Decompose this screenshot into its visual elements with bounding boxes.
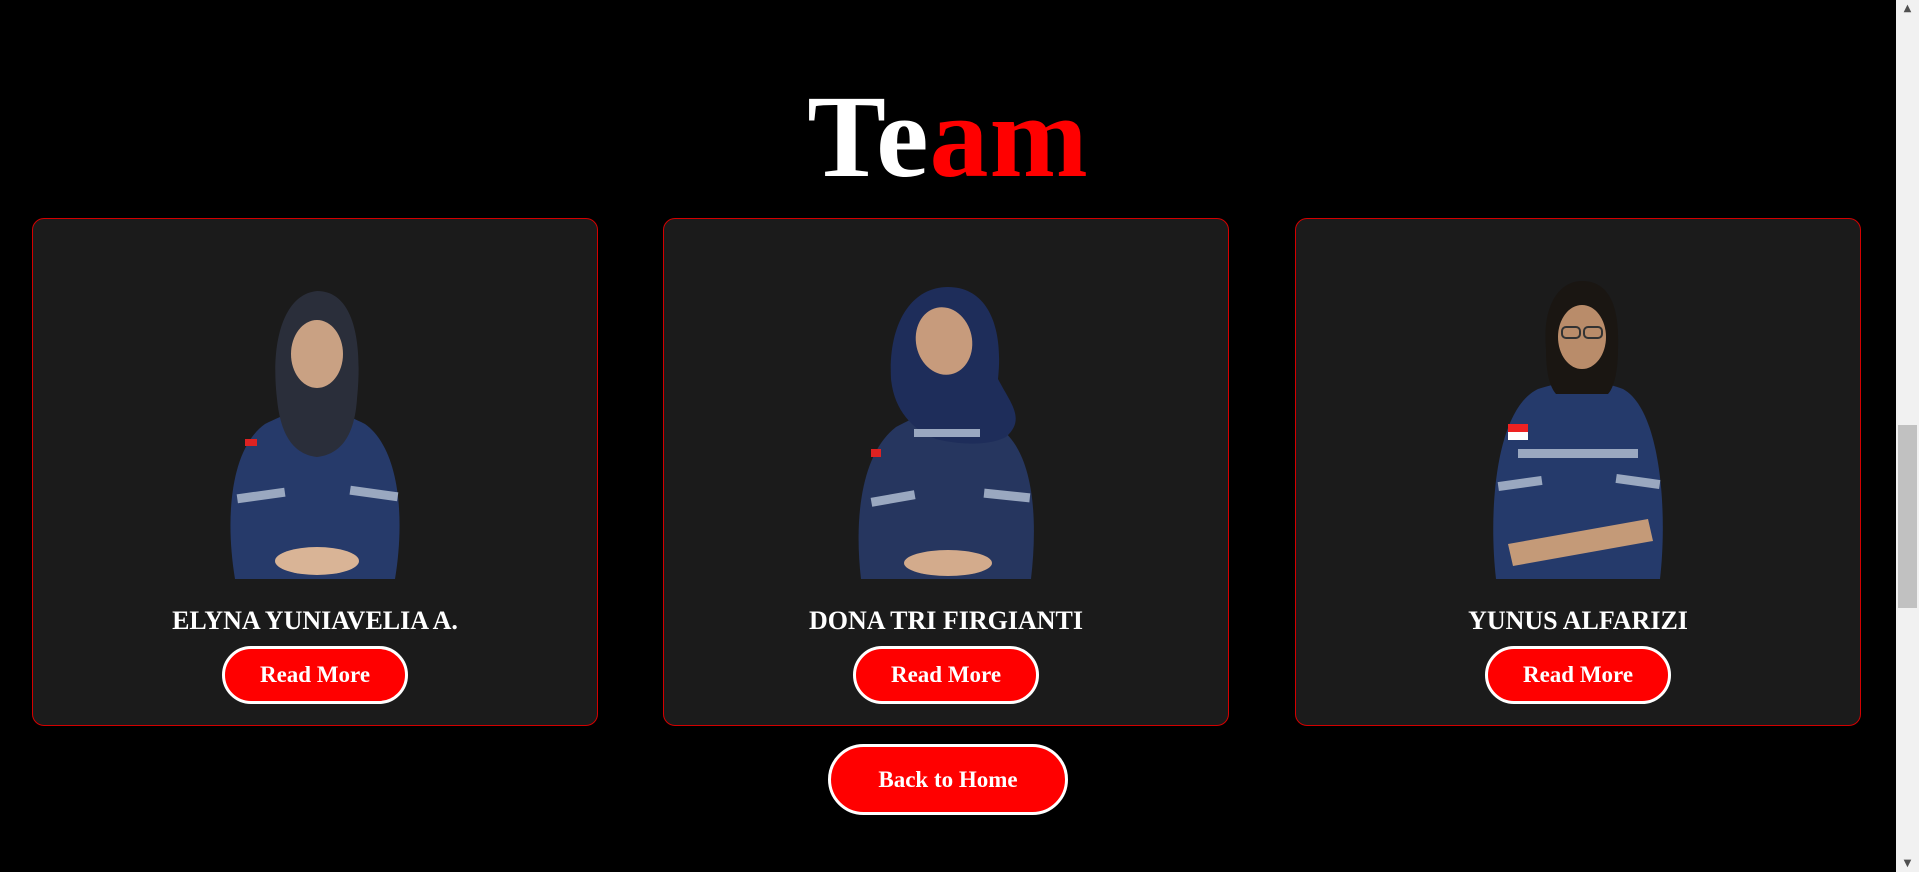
member-photo [1468, 279, 1688, 579]
vertical-scrollbar[interactable]: ▲ ▼ [1896, 0, 1919, 872]
read-more-button[interactable]: Read More [1485, 646, 1671, 704]
triangle-up-icon[interactable]: ▲ [1896, 0, 1919, 17]
member-photo [836, 279, 1056, 579]
member-name: ELYNA YUNIAVELIA A. [172, 606, 458, 635]
team-card: DONA TRI FIRGIANTI Read More [663, 218, 1229, 726]
page-title: Team [0, 78, 1896, 196]
team-card: ELYNA YUNIAVELIA A. Read More [32, 218, 598, 726]
back-to-home-button[interactable]: Back to Home [828, 744, 1068, 815]
team-page: Team ELYNA YUNIAVELIA A. Read More DONA … [0, 0, 1919, 872]
read-more-button[interactable]: Read More [222, 646, 408, 704]
title-part-red: am [929, 71, 1089, 202]
triangle-down-icon[interactable]: ▼ [1896, 855, 1919, 872]
title-part-white: Te [807, 71, 930, 202]
scrollbar-thumb[interactable] [1898, 425, 1917, 608]
member-name: YUNUS ALFARIZI [1468, 606, 1688, 635]
member-photo [205, 279, 425, 579]
read-more-button[interactable]: Read More [853, 646, 1039, 704]
member-name: DONA TRI FIRGIANTI [808, 606, 1083, 635]
team-card: YUNUS ALFARIZI Read More [1295, 218, 1861, 726]
